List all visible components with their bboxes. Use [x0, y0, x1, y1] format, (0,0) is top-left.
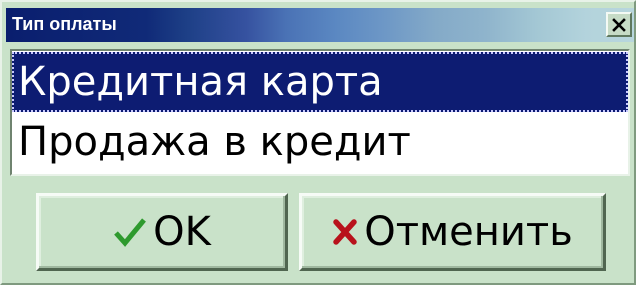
cross-icon	[332, 218, 358, 246]
title-bar[interactable]: Тип оплаты	[6, 8, 634, 42]
payment-type-list[interactable]: Кредитная карта Продажа в кредит	[10, 49, 630, 176]
list-item-label: Кредитная карта	[18, 59, 383, 105]
ok-button-label: OK	[153, 209, 211, 255]
list-item-sale-on-credit[interactable]: Продажа в кредит	[12, 112, 628, 172]
payment-type-dialog: Тип оплаты Кредитная карта Продажа в кре…	[0, 0, 636, 285]
ok-button[interactable]: OK	[36, 193, 288, 271]
checkmark-icon	[113, 216, 147, 248]
list-item-label: Продажа в кредит	[18, 119, 411, 165]
close-button[interactable]	[606, 12, 632, 37]
window-title: Тип оплаты	[12, 14, 117, 34]
list-item-credit-card[interactable]: Кредитная карта	[12, 52, 628, 112]
cancel-button-label: Отменить	[364, 209, 573, 255]
cancel-button[interactable]: Отменить	[299, 193, 606, 271]
close-icon	[612, 17, 626, 32]
